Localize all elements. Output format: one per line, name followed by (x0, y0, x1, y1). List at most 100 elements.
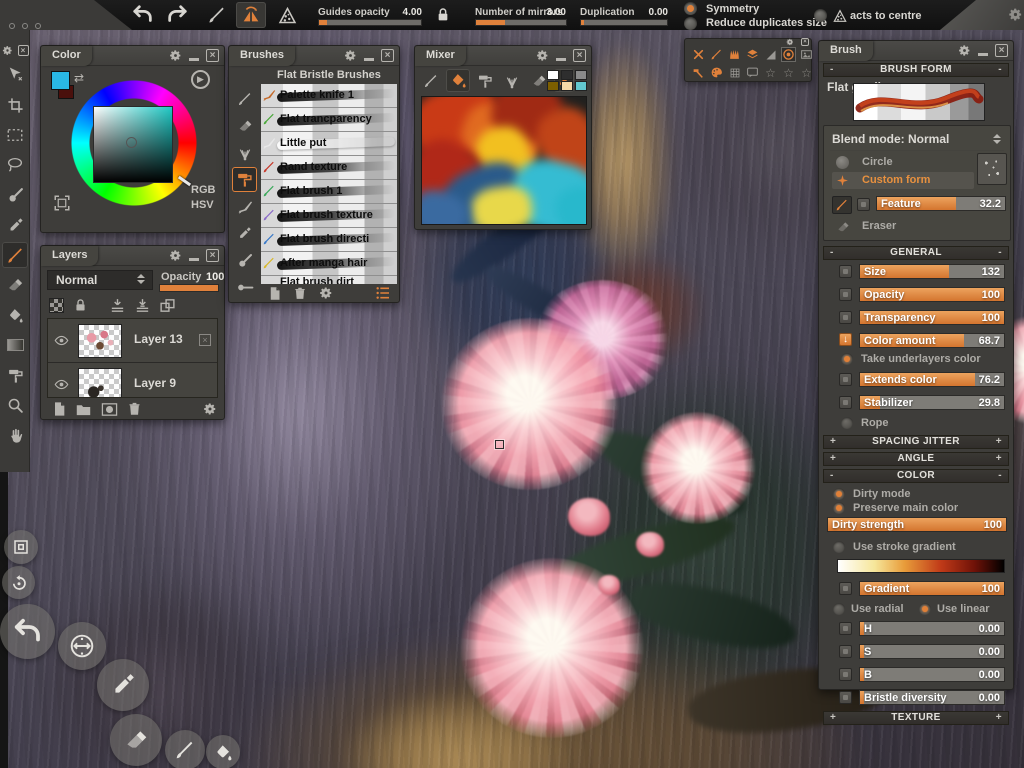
brightness-checkbox[interactable] (839, 668, 852, 681)
stabilizer-slider[interactable]: Stabilizer 29.8 (859, 395, 1005, 410)
brushes-panel-gear-icon[interactable] (344, 49, 357, 62)
quick-palette-icon[interactable] (709, 65, 724, 80)
mixer-panel-minimize-icon[interactable] (556, 58, 566, 61)
quick-claw-icon[interactable] (727, 47, 742, 62)
brush-list-item[interactable]: Flat trancparency (261, 108, 397, 132)
brush-settings-gear-icon[interactable] (319, 286, 333, 300)
brush-list-item[interactable]: Flat brush texture (261, 204, 397, 228)
transparency-checkbox[interactable] (839, 311, 852, 324)
rope-radio[interactable] (841, 417, 853, 429)
color-panel-close-icon[interactable]: × (206, 49, 219, 62)
blend-dropdown-arrows-icon[interactable] (993, 134, 1002, 144)
tool-eyedropper[interactable] (2, 212, 28, 238)
nav-undo-button[interactable] (0, 604, 55, 659)
circle-form-label[interactable]: Circle (862, 156, 893, 168)
tool-zoom[interactable] (2, 392, 28, 418)
layers-settings-gear-icon[interactable] (203, 402, 217, 416)
gradient-preview-bar[interactable] (837, 559, 1005, 573)
list-view-icon[interactable] (375, 285, 391, 301)
mixer-swatch[interactable] (547, 81, 559, 91)
transparency-slider[interactable]: Transparency 100 (859, 310, 1005, 325)
layer-visibility-icon[interactable] (54, 377, 69, 392)
merge-visible-icon[interactable] (134, 297, 151, 314)
delete-layer-icon[interactable] (127, 401, 142, 416)
quick-star-icon[interactable]: ☆ (781, 65, 796, 80)
quick-triangle-icon[interactable] (763, 47, 778, 62)
quick-tools-icon[interactable] (691, 47, 706, 62)
color-panel-minimize-icon[interactable] (189, 58, 199, 61)
symmetry-mode-button[interactable] (236, 2, 266, 28)
take-underlayers-label[interactable]: Take underlayers color (861, 353, 981, 365)
opacity-slider[interactable]: Opacity 100 (859, 287, 1005, 302)
brushes-panel-header[interactable]: Brushes × (229, 46, 399, 66)
brush-list-item[interactable]: Rand texture (261, 156, 397, 180)
quick-sketch-icon[interactable] (709, 47, 724, 62)
settings-gear-icon[interactable] (1008, 7, 1023, 22)
use-stroke-gradient-radio[interactable] (833, 541, 845, 553)
brush-category-flat-selected[interactable] (232, 167, 257, 192)
color-play-button[interactable]: ▶ (191, 70, 210, 89)
tool-gradient[interactable] (2, 332, 28, 358)
toolbar-grip-dots[interactable] (9, 23, 41, 29)
sidebar-gear-icon[interactable] (2, 45, 13, 56)
section-brush-form[interactable]: - BRUSH FORM - (823, 63, 1009, 77)
brush-list-item[interactable]: Flat brush directi (261, 228, 397, 252)
section-spacing-jitter[interactable]: + SPACING JITTER + (823, 435, 1009, 449)
brush-list-item[interactable]: Little put (261, 132, 397, 156)
brush-form-preview[interactable] (853, 83, 985, 121)
feature-slider[interactable]: Feature 32.2 (876, 196, 1006, 211)
tool-brush[interactable] (2, 242, 28, 268)
redo-button[interactable] (162, 2, 192, 28)
brush-category-detail[interactable] (232, 221, 257, 246)
mirrors-slider[interactable] (475, 19, 567, 26)
brush-list-item[interactable]: Flat brush 1 (261, 180, 397, 204)
tool-fill[interactable] (2, 302, 28, 328)
mixer-swatch[interactable] (575, 81, 587, 91)
custom-form-thumbnail[interactable] (977, 153, 1007, 185)
feature-checkbox[interactable] (857, 198, 870, 211)
layer-opacity-slider[interactable] (159, 284, 219, 292)
size-slider[interactable]: Size 132 (859, 264, 1005, 279)
rgb-mode-label[interactable]: RGB (191, 184, 215, 196)
color-panel-header[interactable]: Color × (41, 46, 224, 66)
quick-layers-icon[interactable] (745, 47, 760, 62)
tool-hand[interactable] (2, 422, 28, 448)
saturation-value-box[interactable] (93, 106, 173, 183)
tool-crop[interactable] (2, 92, 28, 118)
undo-button[interactable] (128, 2, 158, 28)
mixer-fan-tool[interactable] (500, 69, 524, 92)
use-stroke-gradient-label[interactable]: Use stroke gradient (853, 541, 956, 553)
quick-comment-icon[interactable] (745, 65, 760, 80)
layer-mask-badge[interactable]: × (199, 334, 211, 346)
attract-to-centre-radio[interactable] (814, 9, 827, 22)
use-radial-label[interactable]: Use radial (851, 603, 904, 615)
new-layer-icon[interactable] (51, 401, 67, 417)
eraser-option-label[interactable]: Eraser (862, 220, 896, 232)
mixer-swatch[interactable] (575, 70, 587, 80)
nav-eyedropper-button[interactable] (97, 659, 149, 711)
section-texture[interactable]: + TEXTURE + (823, 711, 1009, 725)
use-linear-label[interactable]: Use linear (937, 603, 990, 615)
nav-fit-view-button[interactable] (4, 530, 38, 564)
tool-lasso[interactable] (2, 152, 28, 178)
mixer-drybrush-tool[interactable] (473, 69, 497, 92)
brush-settings-close-icon[interactable]: × (995, 44, 1008, 57)
mixer-swatch[interactable] (561, 81, 573, 91)
preserve-main-color-radio[interactable] (833, 502, 845, 514)
mixer-brush-tool[interactable] (419, 69, 443, 92)
nav-eraser-button[interactable] (110, 714, 162, 766)
brush-settings-header[interactable]: Brush × (819, 41, 1013, 61)
brush-category-round2[interactable] (232, 275, 257, 300)
brightness-slider[interactable]: B 0.00 (859, 667, 1005, 682)
blend-mode-value[interactable]: Normal (908, 132, 949, 146)
quick-panel-close-icon[interactable]: × (801, 38, 809, 46)
extends-color-slider[interactable]: Extends color 76.2 (859, 372, 1005, 387)
nav-brush-button[interactable] (165, 730, 205, 768)
hue-slider[interactable]: H 0.00 (859, 621, 1005, 636)
mixer-swatch[interactable] (547, 70, 559, 80)
quick-star-icon[interactable]: ☆ (763, 65, 778, 80)
guides-opacity-slider[interactable] (318, 19, 422, 26)
dirty-strength-slider[interactable]: Dirty strength 100 (827, 517, 1007, 532)
symmetry-radio[interactable] (684, 2, 697, 15)
brush-category-fan[interactable] (232, 140, 257, 165)
